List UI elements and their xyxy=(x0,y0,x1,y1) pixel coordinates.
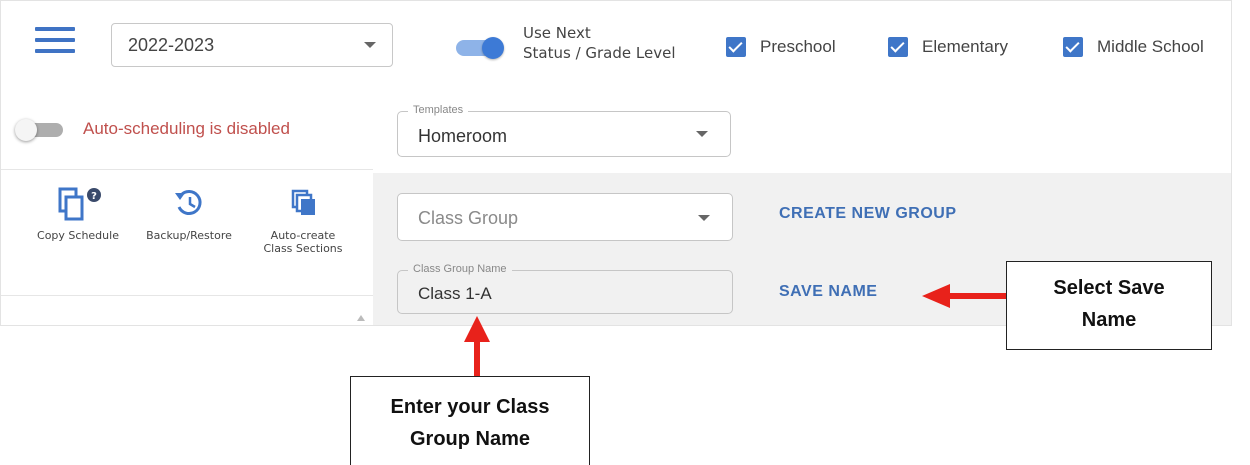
arrow-to-class-group-name xyxy=(474,340,480,376)
save-name-callout: Select Save Name xyxy=(1006,261,1212,350)
copy-icon: ? xyxy=(58,187,101,221)
preschool-label: Preschool xyxy=(760,37,836,56)
checkbox-checked-icon xyxy=(1063,37,1083,57)
auto-scheduling-row: Auto-scheduling is disabled xyxy=(1,89,373,170)
elementary-label: Elementary xyxy=(922,37,1008,56)
sidebar-tools: ? Copy Schedule Backup/Restore Auto-crea… xyxy=(1,169,373,296)
use-next-label: Use Next Status / Grade Level xyxy=(523,24,676,62)
auto-create-class-sections-button[interactable]: Auto-create Class Sections xyxy=(253,185,353,255)
menu-icon[interactable] xyxy=(35,27,75,57)
svg-text:?: ? xyxy=(91,191,97,202)
elementary-checkbox[interactable]: Elementary xyxy=(888,37,1008,57)
auto-scheduling-toggle[interactable] xyxy=(15,119,69,141)
save-name-button[interactable]: SAVE NAME xyxy=(779,283,877,301)
stacked-layers-icon xyxy=(291,189,315,215)
auto-scheduling-status: Auto-scheduling is disabled xyxy=(83,119,290,138)
templates-select[interactable]: Templates Homeroom xyxy=(397,104,731,157)
school-year-value: 2022-2023 xyxy=(128,34,215,55)
templates-legend: Templates xyxy=(408,104,469,116)
class-group-name-input[interactable]: Class Group Name Class 1-A xyxy=(397,263,733,314)
arrow-up-head-icon xyxy=(464,316,490,342)
middle-school-checkbox[interactable]: Middle School xyxy=(1063,37,1204,57)
class-group-name-value: Class 1-A xyxy=(418,284,492,303)
backup-restore-button[interactable]: Backup/Restore xyxy=(139,185,239,242)
arrow-to-save-name xyxy=(946,293,1006,299)
use-next-toggle[interactable] xyxy=(456,37,510,59)
class-group-select[interactable]: Class Group xyxy=(397,193,733,241)
scroll-up-icon[interactable] xyxy=(357,315,365,321)
sidebar: Auto-scheduling is disabled ? Copy Sched… xyxy=(1,89,374,325)
history-icon xyxy=(175,190,202,215)
school-year-select[interactable]: 2022-2023 xyxy=(111,23,393,67)
top-bar: 2022-2023 Use Next Status / Grade Level … xyxy=(1,1,1231,90)
chevron-down-icon xyxy=(698,215,710,221)
middle-school-label: Middle School xyxy=(1097,37,1204,56)
copy-schedule-button[interactable]: ? Copy Schedule xyxy=(23,185,133,242)
chevron-down-icon xyxy=(696,131,708,137)
group-name-callout: Enter your Class Group Name xyxy=(350,376,590,465)
create-new-group-button[interactable]: CREATE NEW GROUP xyxy=(779,205,956,223)
templates-value: Homeroom xyxy=(418,126,508,146)
preschool-checkbox[interactable]: Preschool xyxy=(726,37,836,57)
templates-area: Templates Homeroom xyxy=(373,89,1231,173)
class-group-placeholder: Class Group xyxy=(418,208,519,228)
class-group-name-legend: Class Group Name xyxy=(408,263,512,275)
arrow-left-head-icon xyxy=(922,284,950,308)
checkbox-checked-icon xyxy=(888,37,908,57)
checkbox-checked-icon xyxy=(726,37,746,57)
chevron-down-icon xyxy=(364,42,376,48)
